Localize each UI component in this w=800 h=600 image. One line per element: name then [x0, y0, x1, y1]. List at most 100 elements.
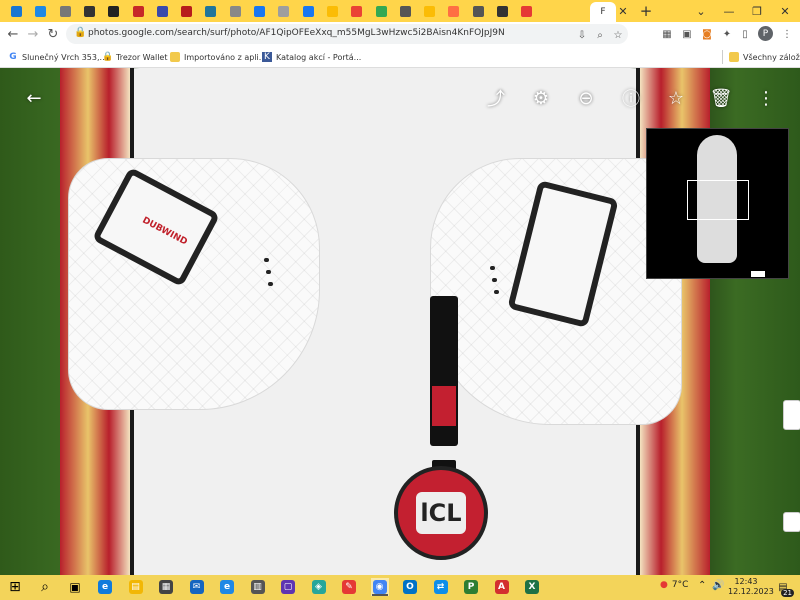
edit-adjust-icon[interactable]: ⚙	[529, 86, 553, 110]
green-app-taskbar-icon[interactable]: P	[462, 578, 480, 596]
save-icon: ▢	[281, 580, 295, 594]
forward-arrow-icon[interactable]: →	[24, 25, 42, 43]
menu-dots-icon[interactable]: ⋮	[780, 27, 794, 41]
delete-trash-icon[interactable]: 🗑	[709, 86, 733, 110]
zoom-icon[interactable]: ⌕	[594, 29, 606, 41]
back-arrow-icon[interactable]: ←	[22, 86, 46, 110]
notification-center-icon[interactable]: ▤ 21	[774, 579, 794, 597]
tab-strip: F ✕ + ⌄ — ❐ ✕	[0, 0, 800, 22]
browser-tab[interactable]	[395, 2, 416, 20]
teamviewer-taskbar-icon[interactable]: ⇄	[432, 578, 450, 596]
back-arrow-icon[interactable]: ←	[4, 25, 22, 43]
wm-icon	[11, 5, 22, 17]
browser-tab[interactable]	[516, 2, 537, 20]
browser-tab[interactable]	[443, 2, 464, 20]
calculator-taskbar-icon[interactable]: ▥	[249, 578, 267, 596]
scroll-thumb[interactable]	[751, 271, 765, 277]
browser-tab[interactable]	[55, 2, 76, 20]
edge-taskbar-icon[interactable]: e	[96, 578, 114, 596]
profile-avatar[interactable]: P	[758, 26, 773, 41]
browser-tab[interactable]	[200, 2, 221, 20]
bookmark-label: Trezor Wallet	[116, 52, 168, 62]
browser-tab[interactable]	[492, 2, 513, 20]
acrobat-taskbar-icon[interactable]: A	[493, 578, 511, 596]
browser-tab[interactable]	[298, 2, 319, 20]
lock-icon: 🔒	[74, 27, 87, 38]
side-extension-widget[interactable]	[783, 400, 800, 430]
zoom-out-icon[interactable]: ⊖	[574, 86, 598, 110]
extension-icon[interactable]: ▣	[680, 27, 694, 41]
extension-icon[interactable]: ▦	[660, 27, 674, 41]
side-panel-icon[interactable]: ▯	[738, 27, 752, 41]
tray-chevron-icon[interactable]: ⌃	[698, 580, 706, 591]
bookmark-label: Katalog akcí - Portá...	[276, 52, 362, 62]
browser-tab[interactable]	[79, 2, 100, 20]
photo-viewer[interactable]: DUBWIND lCL ← ⤴ ⚙ ⊖ ⓘ ☆ 🗑 ⋮	[0, 68, 800, 575]
task-view-icon[interactable]: ▣	[66, 578, 84, 596]
browser-tab[interactable]	[128, 2, 149, 20]
system-clock[interactable]: 12:43 12.12.2023	[728, 577, 774, 597]
explorer-taskbar-icon[interactable]: ▤	[127, 578, 145, 596]
chrome-taskbar-icon[interactable]: ◉	[370, 578, 389, 596]
rss-extension-icon[interactable]: ◙	[700, 27, 714, 41]
browser-tab[interactable]	[225, 2, 246, 20]
tab-close-icon[interactable]: ✕	[616, 4, 630, 18]
green-app-icon: P	[464, 580, 478, 594]
share-icon[interactable]: ⤴	[484, 86, 508, 110]
bookmark-item[interactable]: 🔒 Trezor Wallet	[102, 50, 167, 64]
more-options-icon[interactable]: ⋮	[754, 86, 778, 110]
start-windows-icon[interactable]: ⊞	[6, 578, 24, 596]
browser-tab[interactable]	[273, 2, 294, 20]
paint-taskbar-icon[interactable]: ✎	[340, 578, 358, 596]
reload-icon[interactable]: ↻	[44, 25, 62, 43]
browser-tab[interactable]	[249, 2, 270, 20]
github-icon	[497, 5, 508, 17]
bookmark-star-icon[interactable]: ☆	[612, 29, 624, 41]
volume-icon[interactable]: 🔊	[712, 580, 724, 591]
navigator-scrollbar[interactable]	[647, 270, 788, 278]
info-icon[interactable]: ⓘ	[619, 86, 643, 110]
save-taskbar-icon[interactable]: ▢	[279, 578, 297, 596]
bookmark-item[interactable]: K Katalog akcí - Portá...	[262, 50, 361, 64]
all-bookmarks[interactable]: Všechny záložky	[722, 50, 800, 64]
install-icon[interactable]: ⇩	[576, 29, 588, 41]
grey-icon	[59, 5, 71, 17]
minimize-icon[interactable]: —	[718, 2, 740, 20]
bookmark-item[interactable]: Importováno z apli...	[170, 50, 266, 64]
bookmark-item[interactable]: G Slunečný Vrch 353,...	[8, 50, 107, 64]
outlook-taskbar-icon[interactable]: O	[401, 578, 419, 596]
navigator-viewport[interactable]	[687, 180, 749, 220]
browser-tab[interactable]	[176, 2, 197, 20]
store-taskbar-icon[interactable]: ▦	[157, 578, 175, 596]
zoom-navigator[interactable]	[646, 128, 789, 279]
address-bar[interactable]: 🔒 photos.google.com/search/surf/photo/AF…	[66, 24, 628, 44]
facebook-icon	[302, 5, 314, 17]
network-taskbar-icon[interactable]: ◈	[310, 578, 328, 596]
browser-tab[interactable]	[346, 2, 367, 20]
side-extension-widget[interactable]	[783, 512, 800, 532]
network-icon: ◈	[311, 580, 326, 594]
excel-taskbar-icon[interactable]: X	[523, 578, 541, 596]
restore-icon[interactable]: ❐	[746, 2, 768, 20]
insert-hole	[268, 282, 273, 286]
browser-tab[interactable]	[322, 2, 343, 20]
acrobat-icon: A	[494, 580, 509, 594]
favorite-star-icon[interactable]: ☆	[664, 86, 688, 110]
browser-tab[interactable]	[468, 2, 489, 20]
mail-taskbar-icon[interactable]: ✉	[188, 578, 206, 596]
browser-tab[interactable]	[30, 2, 51, 20]
browser-tab[interactable]	[419, 2, 440, 20]
tab-search-chevron-icon[interactable]: ⌄	[690, 2, 712, 20]
active-browser-tab[interactable]: F	[590, 2, 616, 22]
browser-tab[interactable]	[103, 2, 124, 20]
url-text[interactable]: photos.google.com/search/surf/photo/AF1Q…	[88, 28, 505, 38]
extensions-puzzle-icon[interactable]: ✦	[720, 27, 734, 41]
search-icon[interactable]: ⌕	[36, 578, 54, 596]
browser-tab[interactable]	[152, 2, 173, 20]
browser-tab[interactable]	[371, 2, 392, 20]
new-tab-button[interactable]: +	[638, 2, 654, 20]
browser-tab[interactable]	[6, 2, 27, 20]
ie-taskbar-icon[interactable]: e	[218, 578, 236, 596]
window-close-icon[interactable]: ✕	[774, 2, 796, 20]
weather-widget[interactable]: ● 7°C	[660, 580, 688, 590]
